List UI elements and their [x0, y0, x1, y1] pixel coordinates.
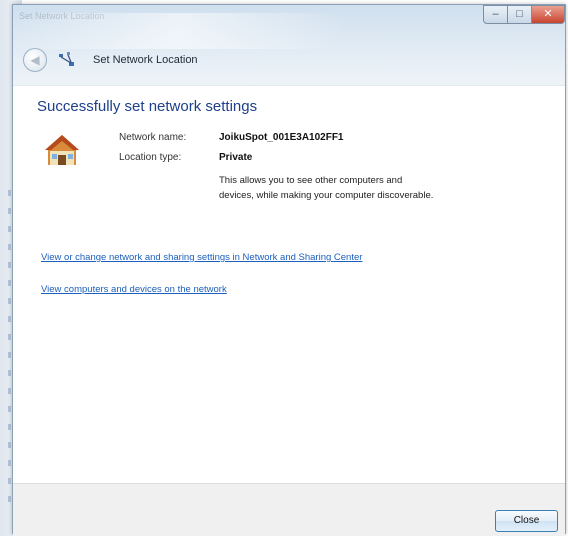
network-name-label: Network name:	[119, 132, 187, 143]
dialog-footer: Close	[13, 483, 565, 536]
close-icon: ✕	[543, 8, 553, 20]
close-window-button[interactable]: ✕	[531, 5, 565, 24]
nav-title: Set Network Location	[93, 54, 198, 66]
minimize-icon: –	[492, 8, 499, 20]
back-button[interactable]: ◀	[23, 48, 47, 72]
location-type-label: Location type:	[119, 152, 182, 163]
network-sharing-center-link[interactable]: View or change network and sharing setti…	[41, 252, 411, 263]
network-name-value: JoikuSpot_001E3A102FF1	[219, 132, 344, 143]
title-bar: Set Network Location – □ ✕ ◀ Set Network…	[13, 5, 565, 85]
close-button[interactable]: Close	[495, 510, 558, 532]
maximize-icon: □	[516, 8, 523, 20]
background-decoration	[8, 190, 11, 510]
back-arrow-icon: ◀	[30, 53, 40, 67]
maximize-button[interactable]: □	[507, 5, 532, 24]
content-area: Successfully set network settings Networ…	[13, 85, 565, 484]
close-button-label: Close	[513, 515, 540, 526]
location-description: This allows you to see other computers a…	[219, 175, 434, 201]
network-icon	[59, 52, 74, 66]
view-computers-link[interactable]: View computers and devices on the networ…	[41, 284, 227, 295]
home-icon	[45, 135, 79, 165]
set-network-location-window: Set Network Location – □ ✕ ◀ Set Network…	[12, 4, 566, 536]
page-heading: Successfully set network settings	[37, 98, 258, 115]
window-caption: Set Network Location	[19, 11, 105, 21]
minimize-button[interactable]: –	[483, 5, 508, 24]
location-type-value: Private	[219, 152, 253, 163]
